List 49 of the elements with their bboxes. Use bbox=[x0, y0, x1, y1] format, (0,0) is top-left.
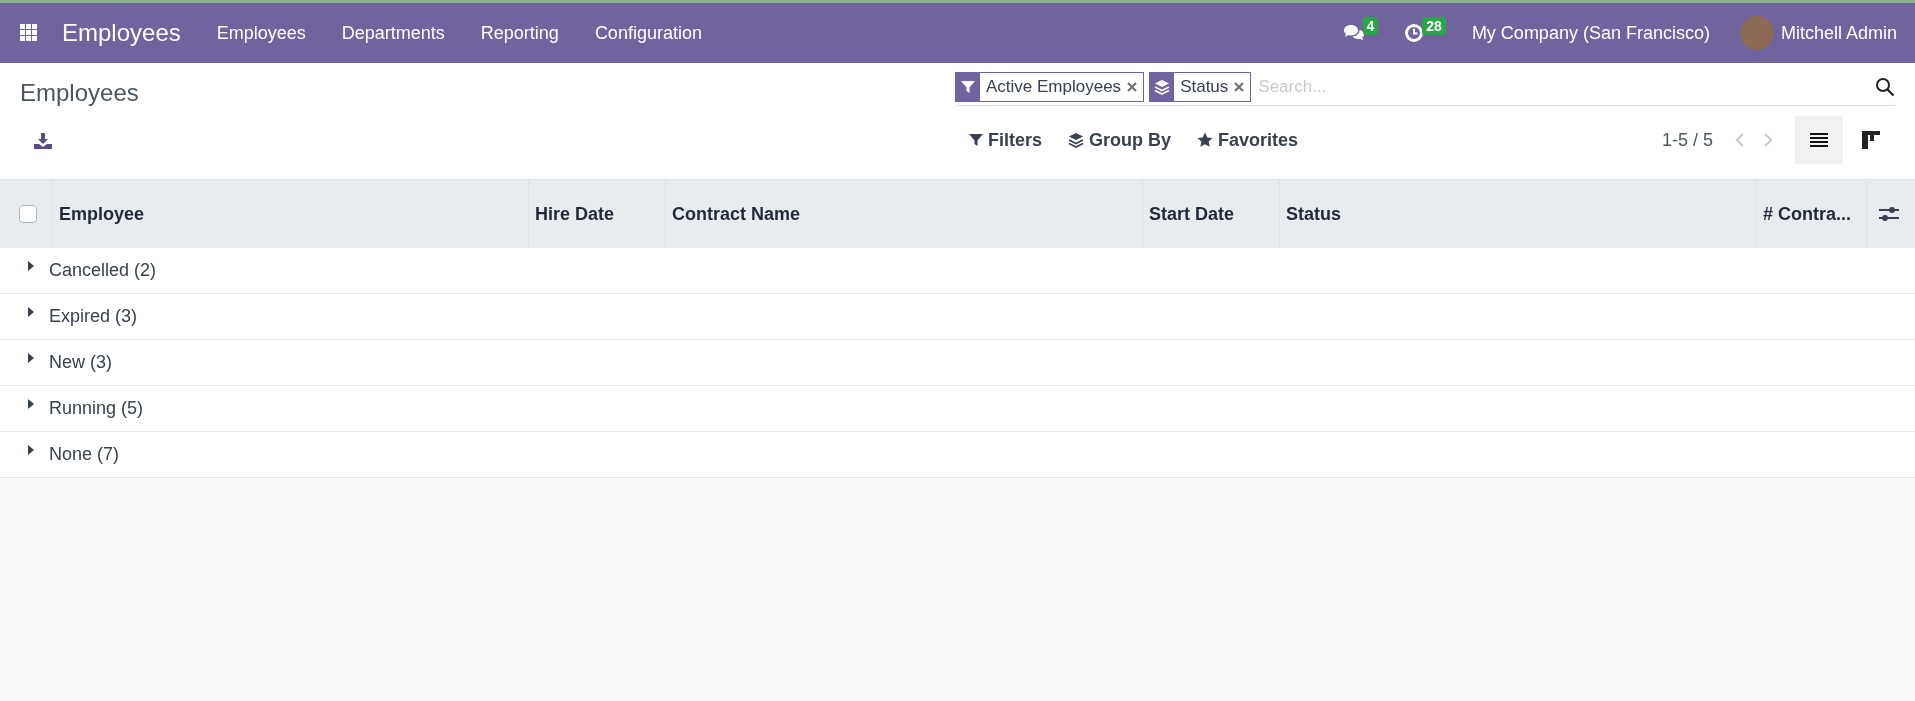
user-name[interactable]: Mitchell Admin bbox=[1780, 22, 1897, 44]
group-label: None (7) bbox=[49, 444, 120, 465]
filter-icon bbox=[961, 80, 975, 94]
kanban-icon bbox=[1862, 131, 1880, 149]
menu-item[interactable]: Departments bbox=[341, 22, 445, 44]
filter-icon bbox=[969, 133, 983, 147]
group-row[interactable]: Cancelled (2) bbox=[0, 248, 1915, 294]
layers-icon bbox=[1154, 79, 1171, 95]
search-icon[interactable] bbox=[1875, 77, 1895, 97]
message-count-badge: 4 bbox=[1362, 17, 1379, 35]
list-icon bbox=[1810, 132, 1828, 148]
group-label: Cancelled (2) bbox=[49, 260, 157, 281]
app-name[interactable]: Employees bbox=[62, 19, 181, 47]
column-header[interactable]: Employee bbox=[52, 180, 528, 248]
list-view-button[interactable] bbox=[1795, 116, 1843, 164]
column-header[interactable]: Status bbox=[1279, 180, 1756, 248]
select-all-checkbox[interactable] bbox=[19, 205, 37, 223]
close-icon[interactable] bbox=[1234, 82, 1245, 92]
group-row[interactable]: New (3) bbox=[0, 340, 1915, 386]
page-title: Employees bbox=[20, 79, 140, 107]
column-settings-icon[interactable] bbox=[1879, 206, 1899, 222]
column-header[interactable]: # Contra... bbox=[1756, 180, 1866, 248]
menu-item[interactable]: Employees bbox=[216, 22, 306, 44]
group-row[interactable]: Expired (3) bbox=[0, 294, 1915, 340]
column-header[interactable]: Start Date bbox=[1142, 180, 1279, 248]
activity-count-badge: 28 bbox=[1422, 17, 1446, 35]
company-switcher[interactable]: My Company (San Francisco) bbox=[1471, 22, 1710, 44]
group-label: Running (5) bbox=[49, 398, 144, 419]
star-icon bbox=[1197, 132, 1214, 148]
search-option-button[interactable]: Favorites bbox=[1193, 123, 1303, 157]
menu-item[interactable]: Reporting bbox=[480, 22, 559, 44]
clock-icon[interactable] bbox=[1404, 23, 1425, 43]
group-label: New (3) bbox=[49, 352, 112, 373]
search-facet[interactable]: Status bbox=[1149, 72, 1252, 102]
group-row[interactable]: None (7) bbox=[0, 432, 1915, 478]
group-label: Expired (3) bbox=[49, 306, 138, 327]
column-header[interactable]: Hire Date bbox=[528, 180, 665, 248]
download-icon[interactable] bbox=[34, 133, 52, 149]
column-header[interactable]: Contract Name bbox=[665, 180, 1142, 248]
search-facet[interactable]: Active Employees bbox=[955, 72, 1145, 102]
search-option-button[interactable]: Group By bbox=[1064, 123, 1176, 157]
pager-value[interactable]: 1-5 / 5 bbox=[1661, 129, 1713, 151]
layers-icon bbox=[1068, 132, 1085, 148]
group-row[interactable]: Running (5) bbox=[0, 386, 1915, 432]
app-grid-icon[interactable] bbox=[20, 24, 38, 42]
menu-item[interactable]: Configuration bbox=[594, 22, 702, 44]
close-icon[interactable] bbox=[1127, 82, 1138, 92]
search-option-button[interactable]: Filters bbox=[965, 123, 1047, 157]
chat-bubbles-icon[interactable] bbox=[1342, 24, 1365, 42]
